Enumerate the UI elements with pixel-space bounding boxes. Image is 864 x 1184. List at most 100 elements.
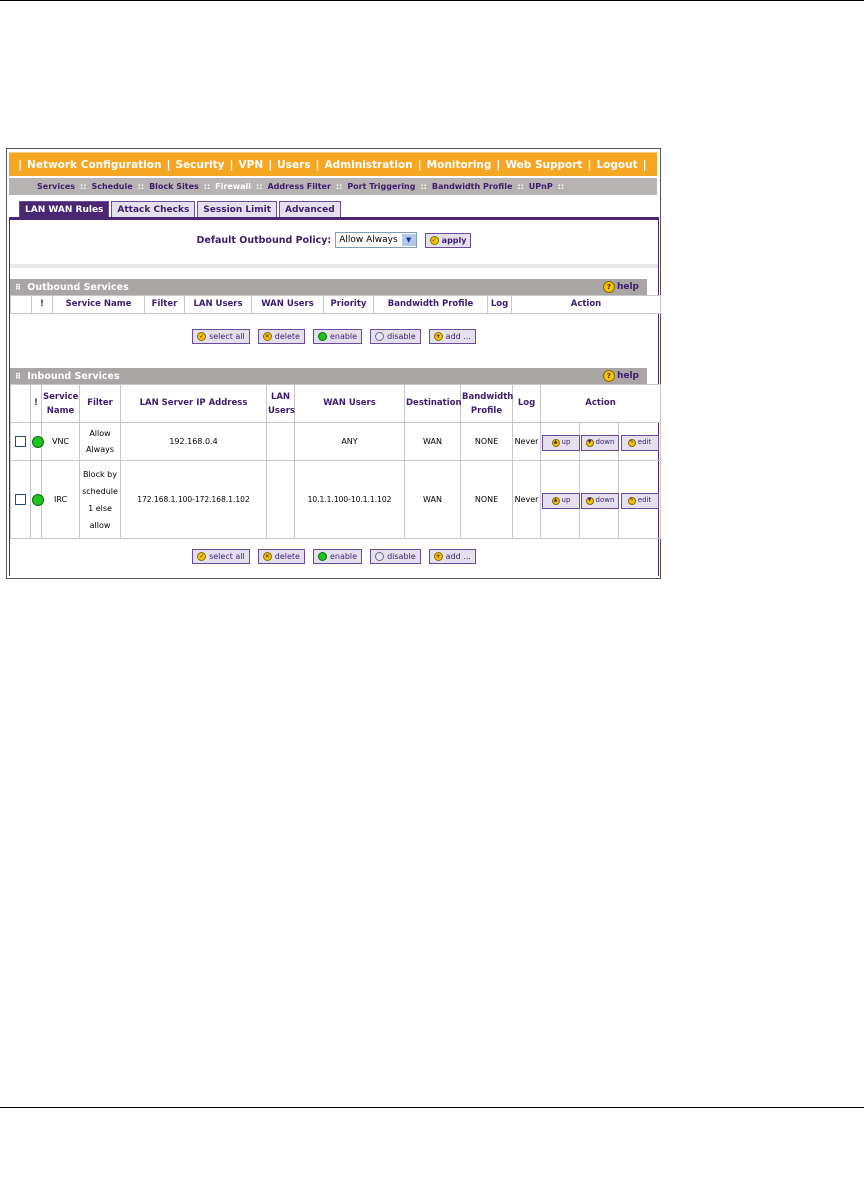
menu-network-configuration[interactable]: Network Configuration (27, 159, 161, 171)
menu-web-support[interactable]: Web Support (505, 159, 582, 171)
col-action: Action (539, 384, 662, 423)
empty-dot-icon (375, 552, 385, 561)
submenu-firewall[interactable]: Firewall (215, 182, 251, 191)
outbound-help-link[interactable]: ? help (602, 281, 639, 293)
row-checkbox[interactable] (15, 494, 26, 505)
main-menu: | Network Configuration | Security | VPN… (9, 152, 657, 176)
table-row: IRC Block by schedule 1 else allow 172.1… (10, 460, 662, 539)
page-top-rule (0, 0, 864, 1)
grip-icon: ⠿ (15, 371, 22, 381)
row-checkbox[interactable] (15, 436, 26, 447)
submenu-port-triggering[interactable]: Port Triggering (347, 182, 415, 191)
down-button[interactable]: ▼ down (581, 492, 619, 509)
arrow-up-icon: ▲ (551, 496, 560, 505)
outbound-delete-button[interactable]: ✕ delete (257, 329, 305, 344)
submenu-services[interactable]: Services (37, 182, 75, 191)
apply-button[interactable]: ✓ apply (424, 232, 472, 248)
policy-select[interactable]: Allow Always ▼ (335, 232, 417, 248)
col-log: Log (487, 295, 512, 314)
submenu-upnp[interactable]: UPnP (529, 182, 553, 191)
plus-icon: + (433, 332, 443, 341)
menu-security[interactable]: Security (175, 159, 224, 171)
up-button[interactable]: ▲ up (542, 434, 580, 451)
lan-users-cell (266, 460, 295, 539)
submenu-schedule[interactable]: Schedule (91, 182, 132, 191)
menu-administration[interactable]: Administration (325, 159, 413, 171)
lan-ip-cell: 172.168.1.100-172.168.1.102 (120, 460, 267, 539)
outbound-title: Outbound Services (27, 281, 129, 293)
chevron-down-icon: ▼ (401, 234, 416, 246)
col-priority: Priority (323, 295, 374, 314)
up-button[interactable]: ▲ up (542, 492, 580, 509)
inbound-help-link[interactable]: ? help (602, 370, 639, 382)
empty-dot-icon (375, 332, 385, 341)
policy-select-value: Allow Always (339, 235, 398, 245)
col-lan-users: LAN Users (266, 384, 295, 423)
col-wan-users: WAN Users (251, 295, 324, 314)
x-circle-icon: ✕ (262, 552, 272, 561)
check-icon: ✓ (429, 235, 439, 245)
tab-bar: LAN WAN Rules Attack Checks Session Limi… (19, 201, 341, 218)
plus-icon: + (433, 552, 443, 561)
lan-users-cell (266, 422, 295, 461)
menu-monitoring[interactable]: Monitoring (427, 159, 492, 171)
enabled-status-icon (32, 435, 44, 448)
lan-ip-cell: 192.168.0.4 (120, 422, 267, 461)
inbound-select-all-button[interactable]: ✓ select all (192, 549, 250, 564)
col-bandwidth-profile: Bandwidth Profile (373, 295, 488, 314)
inbound-enable-button[interactable]: enable (312, 549, 363, 564)
check-icon: ✓ (197, 552, 207, 561)
inbound-add-button[interactable]: + add ... (428, 549, 476, 564)
inbound-delete-button[interactable]: ✕ delete (257, 549, 305, 564)
outbound-button-row: ✓ select all ✕ delete enable disable + add … (10, 329, 658, 344)
inbound-disable-button[interactable]: disable (370, 549, 421, 564)
outbound-select-all-button[interactable]: ✓ select all (192, 329, 250, 344)
down-button[interactable]: ▼ down (581, 434, 619, 451)
submenu-bandwidth-profile[interactable]: Bandwidth Profile (432, 182, 512, 191)
col-wan-users: WAN Users (294, 384, 405, 423)
inbound-title: Inbound Services (27, 370, 120, 382)
outbound-header-row: ! Service Name Filter LAN Users WAN User… (10, 295, 661, 314)
router-admin-window: | Network Configuration | Security | VPN… (6, 148, 662, 579)
submenu-address-filter[interactable]: Address Filter (267, 182, 330, 191)
arrow-up-icon: ▲ (551, 438, 560, 447)
grip-icon: ⠿ (15, 282, 22, 292)
arrow-down-icon: ▼ (585, 438, 594, 447)
col-log: Log (512, 384, 541, 423)
inbound-button-row: ✓ select all ✕ delete enable disable + add … (10, 549, 658, 564)
col-service-name: Service Name (52, 295, 145, 314)
edit-button[interactable]: ✎ edit (620, 492, 659, 509)
log-cell: Never (512, 422, 541, 461)
destination-cell: WAN (404, 422, 461, 461)
menu-logout[interactable]: Logout (596, 159, 637, 171)
filter-cell: Block by schedule 1 else allow (79, 460, 121, 539)
tab-attack-checks[interactable]: Attack Checks (111, 201, 196, 218)
filter-cell: Allow Always (79, 422, 121, 461)
menu-users[interactable]: Users (277, 159, 310, 171)
col-action: Action (511, 295, 661, 314)
check-icon: ✓ (197, 332, 207, 341)
pencil-icon: ✎ (627, 496, 636, 505)
outbound-disable-button[interactable]: disable (370, 329, 421, 344)
destination-cell: WAN (404, 460, 461, 539)
outbound-add-button[interactable]: + add ... (428, 329, 476, 344)
col-flag: ! (31, 295, 53, 314)
submenu-block-sites[interactable]: Block Sites (149, 182, 199, 191)
arrow-down-icon: ▼ (585, 496, 594, 505)
table-row: VNC Allow Always 192.168.0.4 ANY WAN NON… (10, 422, 662, 461)
enabled-status-icon (32, 493, 44, 506)
help-icon: ? (602, 281, 615, 293)
outbound-enable-button[interactable]: enable (312, 329, 363, 344)
edit-button[interactable]: ✎ edit (620, 434, 659, 451)
col-flag: ! (30, 384, 42, 423)
green-dot-icon (317, 552, 327, 561)
tab-session-limit[interactable]: Session Limit (197, 201, 277, 218)
tab-advanced[interactable]: Advanced (279, 201, 341, 218)
tab-lan-wan-rules[interactable]: LAN WAN Rules (19, 201, 110, 218)
menu-vpn[interactable]: VPN (239, 159, 264, 171)
service-name-cell: VNC (41, 422, 80, 461)
help-icon: ? (602, 370, 615, 382)
wan-users-cell: 10.1.1.100-10.1.1.102 (294, 460, 405, 539)
bandwidth-cell: NONE (460, 422, 513, 461)
x-circle-icon: ✕ (262, 332, 272, 341)
